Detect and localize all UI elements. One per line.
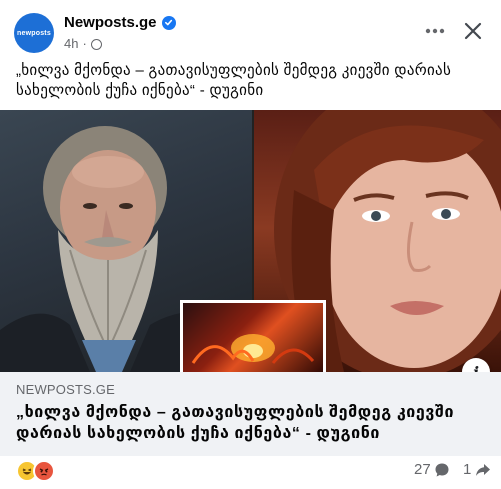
post-meta: 4h ·: [64, 36, 102, 51]
close-icon: [464, 22, 482, 40]
link-domain: NEWPOSTS.GE: [16, 382, 115, 397]
post-image[interactable]: [0, 110, 501, 372]
post-timestamp[interactable]: 4h: [64, 36, 78, 51]
comment-icon: [435, 463, 449, 476]
share-count-value: 1: [463, 461, 472, 478]
link-preview[interactable]: NEWPOSTS.GE „ხილვა მქონდა – გათავისუფლებ…: [0, 372, 501, 456]
shares-count[interactable]: 1: [463, 461, 491, 478]
more-options-icon: [425, 28, 445, 34]
globe-icon[interactable]: [90, 39, 102, 50]
post-caption: „ხილვა მქონდა – გათავისუფლების შემდეგ კი…: [16, 62, 452, 99]
avatar-logo-text: newposts: [17, 29, 51, 37]
angry-reaction-icon: [33, 460, 55, 482]
close-button[interactable]: [458, 16, 488, 46]
page-name-link[interactable]: Newposts.ge: [64, 14, 157, 31]
post-footer: 27 1: [0, 456, 501, 489]
comments-count[interactable]: 27: [414, 461, 450, 478]
meta-separator: ·: [82, 36, 87, 51]
link-title: „ხილვა მქონდა – გათავისუფლების შემდეგ კი…: [16, 404, 455, 442]
inset-photo-fire: [180, 300, 326, 372]
share-icon: [476, 463, 491, 476]
reactions-summary[interactable]: [16, 460, 55, 482]
verified-badge-icon: [161, 15, 176, 30]
post-card: newposts Newposts.ge 4h · „ხილვა მქონდა …: [0, 0, 501, 489]
page-avatar[interactable]: newposts: [14, 13, 54, 53]
comment-count-value: 27: [414, 461, 431, 478]
page-name-row: Newposts.ge: [64, 14, 176, 31]
more-options-button[interactable]: [420, 18, 450, 44]
